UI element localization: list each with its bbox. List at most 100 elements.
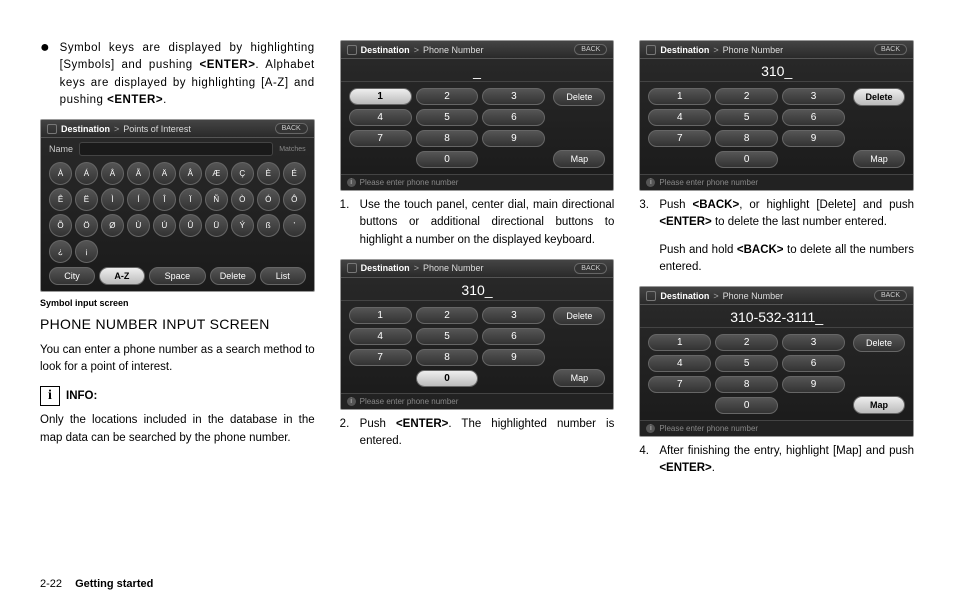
symbol-key[interactable]: Ö: [75, 214, 98, 237]
delete-button[interactable]: Delete: [553, 307, 605, 325]
text: Push and hold: [659, 244, 737, 256]
num-key-7[interactable]: 7: [349, 130, 412, 147]
num-key-8[interactable]: 8: [715, 130, 778, 147]
num-key-8[interactable]: 8: [416, 130, 479, 147]
symbol-key[interactable]: Û: [179, 214, 202, 237]
num-key-1[interactable]: 1: [648, 88, 711, 105]
step-number: 1.: [340, 197, 360, 249]
num-key-0[interactable]: 0: [416, 151, 479, 168]
num-key-9[interactable]: 9: [482, 349, 545, 366]
delete-button[interactable]: Delete: [210, 267, 256, 285]
num-key-4[interactable]: 4: [648, 355, 711, 372]
symbol-key[interactable]: Í: [127, 188, 150, 211]
az-button[interactable]: A-Z: [99, 267, 145, 285]
city-button[interactable]: City: [49, 267, 95, 285]
delete-button[interactable]: Delete: [853, 88, 905, 106]
num-key-2[interactable]: 2: [416, 307, 479, 324]
num-key-6[interactable]: 6: [782, 355, 845, 372]
symbol-key[interactable]: Î: [153, 188, 176, 211]
num-key-1[interactable]: 1: [349, 88, 412, 105]
num-key-4[interactable]: 4: [349, 328, 412, 345]
symbol-key[interactable]: Ï: [179, 188, 202, 211]
num-key-6[interactable]: 6: [782, 109, 845, 126]
symbol-key[interactable]: Â: [101, 162, 124, 185]
symbol-key[interactable]: Å: [179, 162, 202, 185]
symbol-key[interactable]: Ô: [283, 188, 306, 211]
symbol-key[interactable]: Ò: [231, 188, 254, 211]
num-key-3[interactable]: 3: [482, 88, 545, 105]
num-key-0[interactable]: 0: [715, 397, 778, 414]
num-key-3[interactable]: 3: [782, 88, 845, 105]
num-key-5[interactable]: 5: [715, 355, 778, 372]
num-key-0[interactable]: 0: [715, 151, 778, 168]
num-key-2[interactable]: 2: [715, 334, 778, 351]
back-button[interactable]: BACK: [574, 44, 607, 55]
symbol-key[interactable]: Ì: [101, 188, 124, 211]
num-key-0[interactable]: 0: [416, 370, 479, 387]
num-key-9[interactable]: 9: [782, 130, 845, 147]
num-key-3[interactable]: 3: [782, 334, 845, 351]
screenshot-phone-310-delete: Destination > Phone Number BACK 310_ 1 2…: [639, 40, 914, 191]
back-key: <BACK>: [737, 244, 784, 256]
space-button[interactable]: Space: [149, 267, 206, 285]
symbol-key[interactable]: Ý: [231, 214, 254, 237]
num-key-9[interactable]: 9: [782, 376, 845, 393]
symbol-key[interactable]: Ç: [231, 162, 254, 185]
symbol-key[interactable]: Ã: [127, 162, 150, 185]
map-button[interactable]: Map: [553, 150, 605, 168]
back-button[interactable]: BACK: [275, 123, 308, 134]
back-button[interactable]: BACK: [874, 290, 907, 301]
num-key-7[interactable]: 7: [648, 130, 711, 147]
symbol-key[interactable]: Ë: [75, 188, 98, 211]
num-key-2[interactable]: 2: [715, 88, 778, 105]
num-key-6[interactable]: 6: [482, 328, 545, 345]
symbol-key[interactable]: Ù: [127, 214, 150, 237]
symbol-key[interactable]: Á: [75, 162, 98, 185]
num-key-2[interactable]: 2: [416, 88, 479, 105]
back-button[interactable]: BACK: [574, 263, 607, 274]
num-key-7[interactable]: 7: [349, 349, 412, 366]
delete-button[interactable]: Delete: [853, 334, 905, 352]
page-footer: 2-22 Getting started: [40, 578, 153, 590]
num-key-1[interactable]: 1: [648, 334, 711, 351]
paragraph: You can enter a phone number as a search…: [40, 342, 315, 377]
symbol-key[interactable]: Ñ: [205, 188, 228, 211]
symbol-key[interactable]: ¿: [49, 240, 72, 263]
num-key-3[interactable]: 3: [482, 307, 545, 324]
nav-icon: [646, 291, 656, 301]
symbol-key[interactable]: ’: [283, 214, 306, 237]
map-button[interactable]: Map: [853, 396, 905, 414]
symbol-key[interactable]: À: [49, 162, 72, 185]
name-input[interactable]: [79, 142, 273, 156]
num-key-4[interactable]: 4: [648, 109, 711, 126]
num-key-9[interactable]: 9: [482, 130, 545, 147]
num-key-1[interactable]: 1: [349, 307, 412, 324]
symbol-key[interactable]: Æ: [205, 162, 228, 185]
symbol-key[interactable]: Ü: [205, 214, 228, 237]
num-key-8[interactable]: 8: [416, 349, 479, 366]
delete-button[interactable]: Delete: [553, 88, 605, 106]
num-key-5[interactable]: 5: [715, 109, 778, 126]
symbol-key[interactable]: ¡: [75, 240, 98, 263]
num-key-7[interactable]: 7: [648, 376, 711, 393]
symbol-key[interactable]: Õ: [49, 214, 72, 237]
back-button[interactable]: BACK: [874, 44, 907, 55]
list-button[interactable]: List: [260, 267, 306, 285]
symbol-key[interactable]: ß: [257, 214, 280, 237]
symbol-key[interactable]: È: [257, 162, 280, 185]
num-key-4[interactable]: 4: [349, 109, 412, 126]
num-key-8[interactable]: 8: [715, 376, 778, 393]
symbol-key[interactable]: Ó: [257, 188, 280, 211]
num-key-6[interactable]: 6: [482, 109, 545, 126]
map-button[interactable]: Map: [553, 369, 605, 387]
hint-text: Please enter phone number: [360, 178, 459, 187]
phone-display: 310_: [341, 278, 614, 301]
symbol-key[interactable]: É: [283, 162, 306, 185]
symbol-key[interactable]: Ú: [153, 214, 176, 237]
symbol-key[interactable]: Ø: [101, 214, 124, 237]
num-key-5[interactable]: 5: [416, 328, 479, 345]
symbol-key[interactable]: Ê: [49, 188, 72, 211]
map-button[interactable]: Map: [853, 150, 905, 168]
num-key-5[interactable]: 5: [416, 109, 479, 126]
symbol-key[interactable]: Ä: [153, 162, 176, 185]
